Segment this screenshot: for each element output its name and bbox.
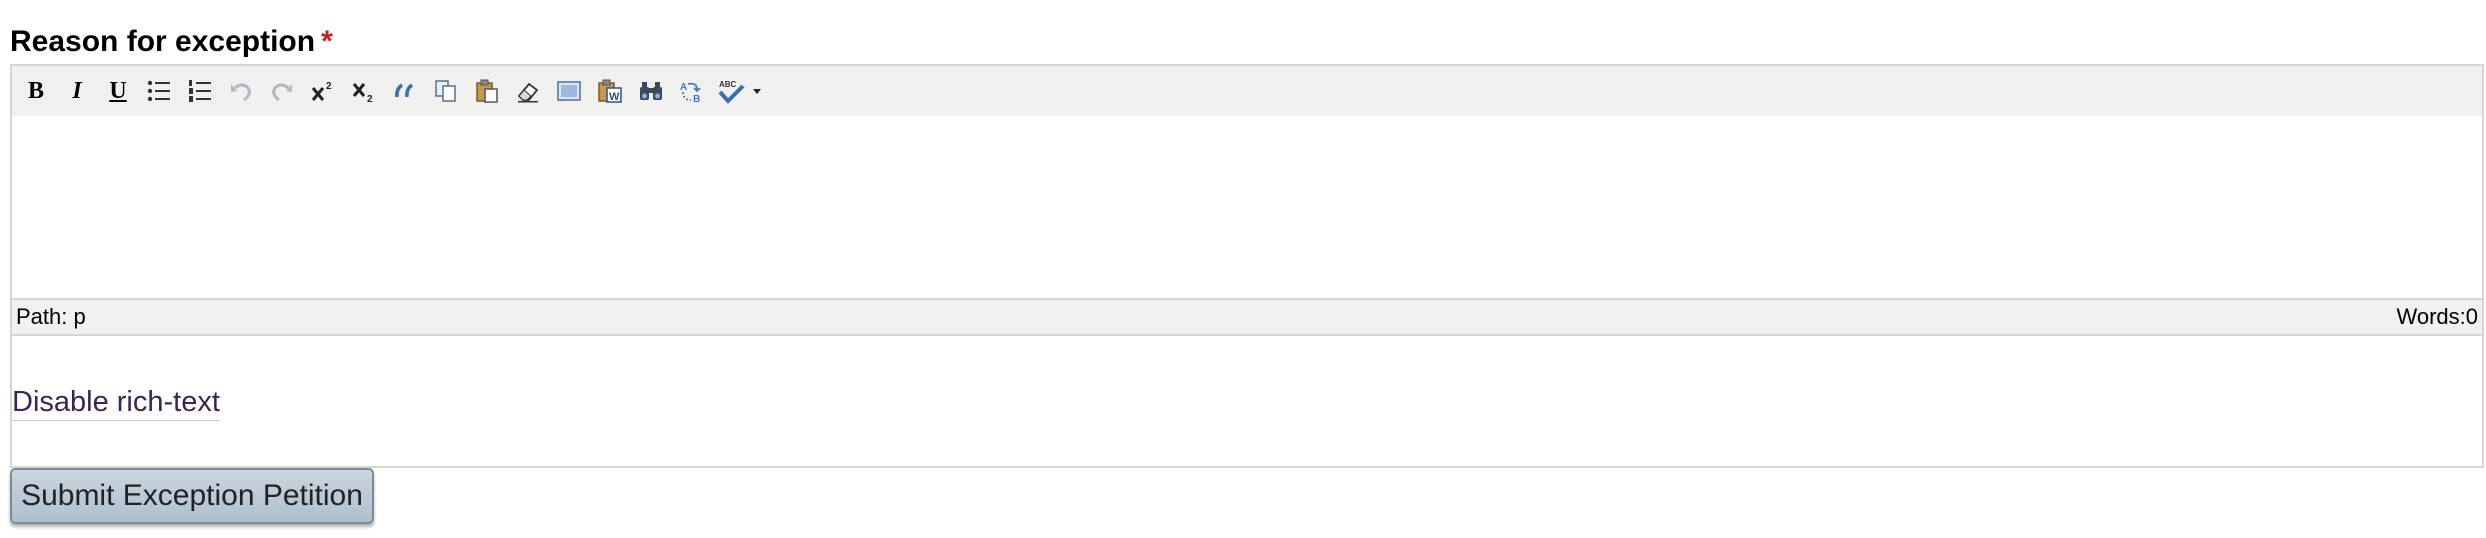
copy-icon xyxy=(435,80,456,102)
svg-text:2: 2 xyxy=(326,81,332,92)
svg-text:ABC: ABC xyxy=(719,80,737,89)
paste-word-button[interactable]: W xyxy=(592,73,628,109)
subscript-icon: 2 xyxy=(352,83,373,104)
undo-button[interactable] xyxy=(223,73,259,109)
blockquote-button[interactable] xyxy=(387,73,423,109)
word-count: Words:0 xyxy=(2396,304,2478,329)
paste-text-button[interactable] xyxy=(551,73,587,109)
italic-button[interactable]: I xyxy=(59,73,95,109)
blockquote-icon xyxy=(395,83,414,98)
reason-label-text: Reason for exception xyxy=(10,25,316,58)
copy-button[interactable] xyxy=(428,73,464,109)
redo-button[interactable] xyxy=(264,73,300,109)
find-icon xyxy=(640,82,662,100)
chevron-down-icon[interactable] xyxy=(751,85,763,97)
required-marker: * xyxy=(321,25,333,58)
svg-text:W: W xyxy=(609,91,620,103)
eraser-icon xyxy=(517,82,539,103)
editor-content-area[interactable] xyxy=(12,116,2482,298)
paste-button[interactable] xyxy=(469,73,505,109)
svg-text:A: A xyxy=(680,82,687,93)
undo-icon xyxy=(231,83,251,102)
submit-exception-petition-button[interactable]: Submit Exception Petition xyxy=(10,468,374,524)
element-path: Path: p xyxy=(16,304,86,329)
editor-toolbar: B I U 2 2 W A B ABC xyxy=(12,66,2482,118)
bullet-list-button[interactable] xyxy=(141,73,177,109)
paste-icon xyxy=(476,79,498,103)
spellcheck-icon: ABC xyxy=(718,80,745,104)
svg-text:2: 2 xyxy=(367,94,373,104)
replace-button[interactable]: A B xyxy=(674,73,710,109)
subscript-button[interactable]: 2 xyxy=(346,73,382,109)
find-button[interactable] xyxy=(633,73,669,109)
reason-field-label: Reason for exception * xyxy=(10,22,333,62)
disable-rich-text-link[interactable]: Disable rich-text xyxy=(12,384,220,421)
paste-text-icon xyxy=(557,81,581,101)
exception-form: Reason for exception * B I U 2 2 W A B A… xyxy=(0,0,2486,538)
superscript-button[interactable]: 2 xyxy=(305,73,341,109)
superscript-icon: 2 xyxy=(311,81,332,101)
redo-icon xyxy=(272,83,292,102)
bold-icon: B xyxy=(27,77,44,104)
remove-format-button[interactable] xyxy=(510,73,546,109)
paste-word-icon: W xyxy=(598,79,622,103)
editor-statusbar: Path: p Words:0 xyxy=(12,298,2482,336)
bold-button[interactable]: B xyxy=(18,73,54,109)
italic-icon: I xyxy=(72,77,82,104)
numbered-list-button[interactable] xyxy=(182,73,218,109)
svg-text:B: B xyxy=(693,94,700,104)
underline-icon: U xyxy=(109,77,127,104)
numbered-list-icon xyxy=(189,80,211,102)
bullet-list-icon xyxy=(147,80,170,102)
spellcheck-button[interactable]: ABC xyxy=(715,73,765,109)
underline-button[interactable]: U xyxy=(100,73,136,109)
replace-icon: A B xyxy=(680,82,701,104)
rich-text-editor: B I U 2 2 W A B ABC Path: p Words:0 Disa… xyxy=(10,64,2484,468)
